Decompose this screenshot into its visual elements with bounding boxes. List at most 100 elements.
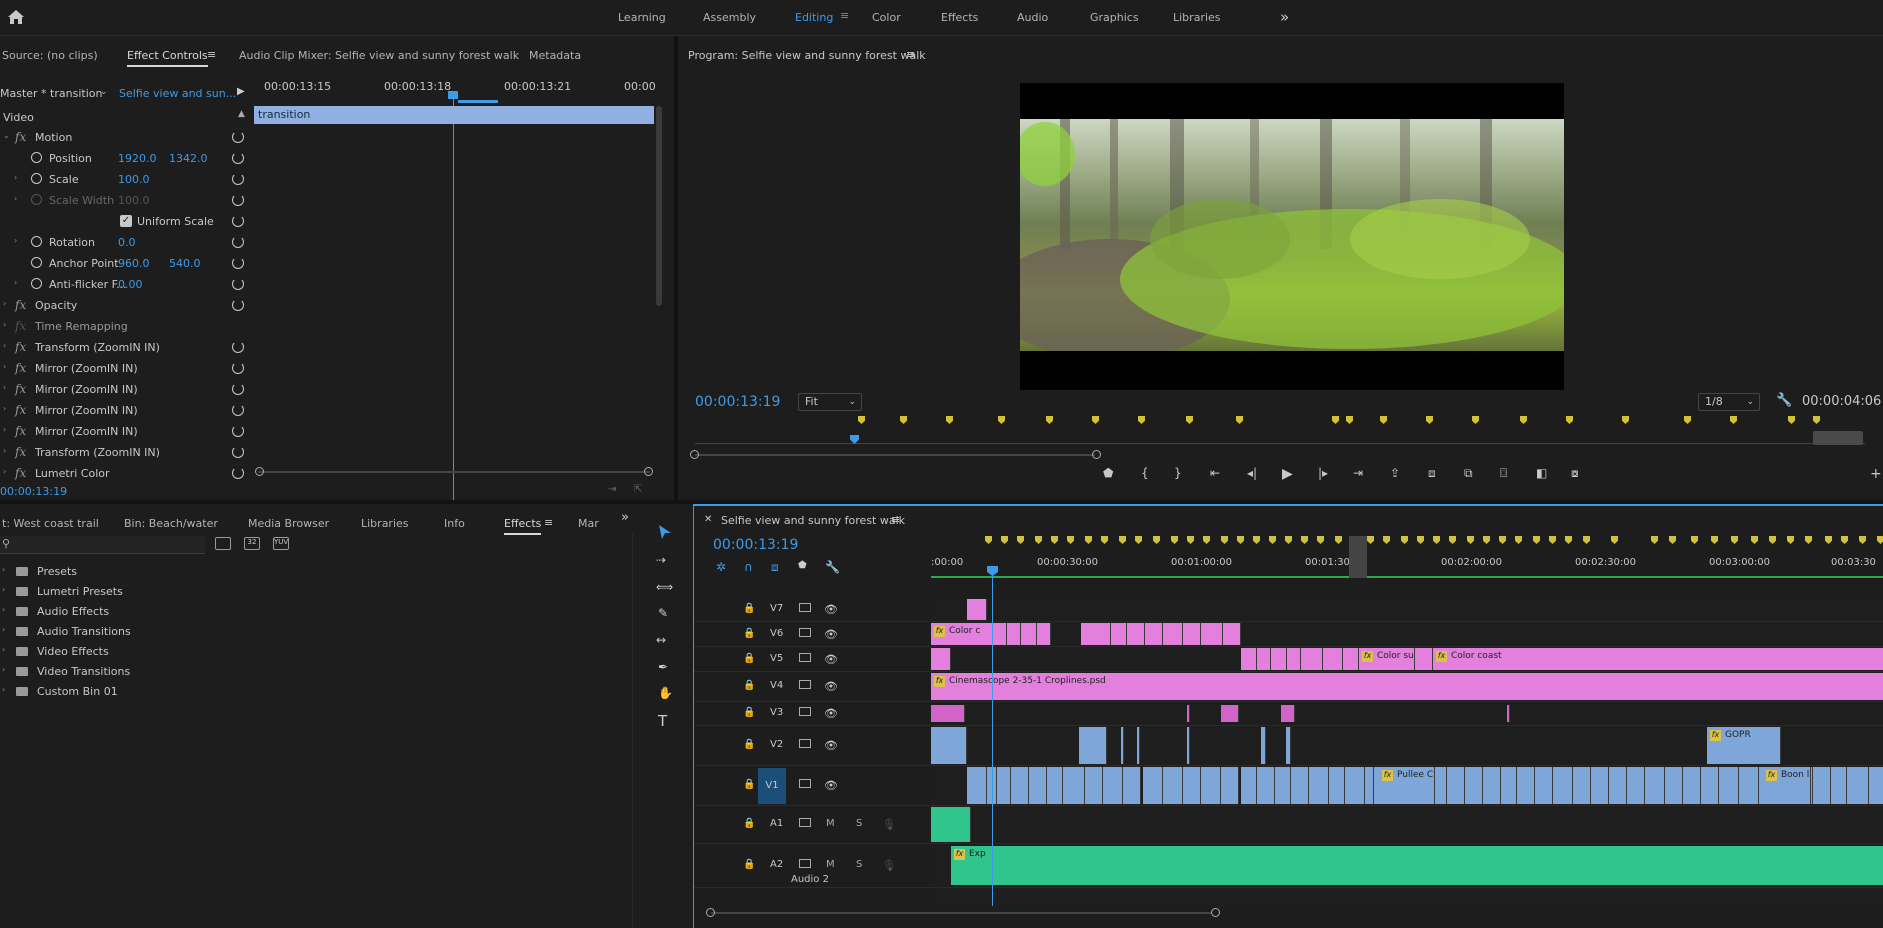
track-label[interactable]: V4 [770, 680, 783, 691]
timeline-clip[interactable] [931, 807, 971, 842]
slip-tool-icon[interactable]: ↔ [656, 633, 666, 647]
home-icon[interactable] [8, 10, 24, 24]
lock-icon[interactable]: 🔒 [743, 779, 755, 790]
ec-property-row[interactable]: › fx Mirror (ZoomIN IN) [0, 400, 254, 421]
32bit-effects-icon[interactable]: 32 [244, 537, 260, 550]
timeline-marker[interactable] [1017, 536, 1024, 544]
timeline-marker[interactable] [1859, 536, 1866, 544]
timeline-clip[interactable] [1281, 705, 1295, 722]
toggle-sync-lock-icon[interactable] [799, 779, 811, 788]
timeline-marker[interactable] [1367, 536, 1374, 544]
timeline-clip[interactable] [1535, 767, 1553, 804]
expand-icon[interactable]: › [3, 446, 6, 455]
add-button-icon[interactable]: + [1870, 466, 1882, 482]
effects-folder-item[interactable]: › Audio Transitions [0, 622, 620, 642]
timeline-clip[interactable] [1275, 767, 1291, 804]
expand-icon[interactable]: › [3, 299, 6, 308]
ec-property-row[interactable]: › Scale Width 100.0 [0, 190, 254, 211]
timeline-clip[interactable] [1137, 727, 1140, 764]
track-lane-v4[interactable]: fx Cinemascope 2-35-1 Croplines.psd [931, 672, 1883, 702]
stopwatch-icon[interactable] [31, 278, 42, 289]
lock-icon[interactable]: 🔒 [743, 653, 755, 664]
timeline-clip[interactable]: fx Color c [931, 623, 993, 645]
timeline-clip[interactable] [1415, 648, 1433, 670]
reset-icon[interactable] [232, 467, 244, 479]
workspace-tab-effects[interactable]: Effects [941, 11, 978, 24]
expand-icon[interactable]: › [2, 625, 5, 634]
go-to-out-icon[interactable]: ⇥ [1353, 466, 1363, 480]
ec-property-row[interactable]: › fx Transform (ZoomIN IN) [0, 337, 254, 358]
play-only-audio-icon[interactable]: ▶ [237, 86, 245, 97]
ec-property-row[interactable]: › Scale 100.0 [0, 169, 254, 190]
timeline-marker[interactable] [1483, 536, 1490, 544]
timeline-marker[interactable] [1805, 536, 1812, 544]
workspace-tab-learning[interactable]: Learning [618, 11, 666, 24]
expand-icon[interactable]: › [14, 236, 17, 245]
mute-button[interactable]: M [826, 818, 835, 829]
lock-icon[interactable]: 🔒 [743, 680, 755, 691]
timeline-marker[interactable] [1751, 536, 1758, 544]
timeline-clip[interactable] [1271, 648, 1287, 670]
effects-folder-item[interactable]: › Video Transitions [0, 662, 620, 682]
timeline-clip[interactable] [1007, 623, 1021, 645]
lock-icon[interactable]: 🔒 [743, 628, 755, 639]
workspace-more-button[interactable]: » [1280, 8, 1289, 26]
track-label[interactable]: V7 [770, 603, 783, 614]
timeline-clip[interactable] [931, 705, 965, 722]
expand-icon[interactable]: › [3, 341, 6, 350]
expand-icon[interactable]: › [14, 173, 17, 182]
timeline-marker[interactable] [1135, 536, 1142, 544]
program-marker[interactable] [1186, 416, 1193, 424]
timeline-clip[interactable] [1665, 767, 1683, 804]
timeline-clip[interactable] [1553, 767, 1573, 804]
snap-icon[interactable]: ∩ [744, 560, 753, 574]
track-lane-v5[interactable]: fx Color sun fx Color coast [931, 647, 1883, 672]
timeline-clip[interactable] [1029, 767, 1047, 804]
expand-icon[interactable]: › [2, 565, 5, 574]
timeline-clip[interactable] [1123, 767, 1141, 804]
ec-property-row[interactable]: Anchor Point 960.0 540.0 [0, 253, 254, 274]
timeline-clip[interactable]: fx Color coast [1433, 648, 1883, 670]
fx-badge-icon[interactable]: fx [15, 298, 26, 312]
timeline-clip[interactable] [1257, 767, 1275, 804]
timeline-marker[interactable] [1051, 536, 1058, 544]
timeline-clip[interactable] [967, 767, 987, 804]
timeline-clip[interactable]: fx Color sun [1359, 648, 1415, 670]
timeline-clip[interactable] [1121, 727, 1124, 764]
timeline-clip[interactable] [1183, 623, 1201, 645]
play-icon[interactable]: ▶ [1282, 466, 1293, 482]
timeline-marker[interactable] [1467, 536, 1474, 544]
timeline-marker[interactable] [1285, 536, 1292, 544]
expand-icon[interactable]: › [3, 320, 6, 329]
eye-icon[interactable]: 👁 [824, 779, 838, 792]
timeline-clip[interactable] [1371, 767, 1374, 804]
timeline-clip[interactable] [1309, 767, 1329, 804]
timeline-zoom-handle-left[interactable] [706, 908, 715, 917]
lift-icon[interactable]: ⇪ [1390, 466, 1400, 480]
program-marker[interactable] [1566, 416, 1573, 424]
hamburger-menu-icon[interactable]: ≡ [840, 9, 849, 22]
microphone-icon[interactable]: 🎙 [882, 818, 896, 831]
property-value[interactable]: 540.0 [169, 257, 201, 270]
eye-icon[interactable]: 👁 [824, 707, 838, 720]
timeline-clip[interactable] [1301, 648, 1323, 670]
project-tab-4[interactable]: Info [444, 517, 465, 530]
expand-icon[interactable]: › [2, 645, 5, 654]
timeline-marker[interactable] [1221, 536, 1228, 544]
timeline-clip[interactable] [1447, 767, 1465, 804]
expand-icon[interactable]: › [2, 665, 5, 674]
timeline-clip[interactable] [931, 648, 951, 670]
track-label[interactable]: A1 [770, 818, 783, 829]
track-lane-v3[interactable] [931, 702, 1883, 726]
timeline-marker[interactable] [1417, 536, 1424, 544]
timeline-marker[interactable] [1401, 536, 1408, 544]
timeline-clip[interactable] [993, 623, 1007, 645]
lock-icon[interactable]: 🔒 [743, 739, 755, 750]
timeline-marker[interactable] [1085, 536, 1092, 544]
timeline-clip[interactable] [1011, 767, 1029, 804]
timeline-marker[interactable] [1787, 536, 1794, 544]
timeline-clip[interactable] [1287, 648, 1301, 670]
timeline-title[interactable]: Selfie view and sunny forest walk [721, 514, 905, 527]
insert-icon[interactable]: ⧉ [1464, 466, 1473, 481]
program-timebar[interactable] [695, 430, 1865, 444]
